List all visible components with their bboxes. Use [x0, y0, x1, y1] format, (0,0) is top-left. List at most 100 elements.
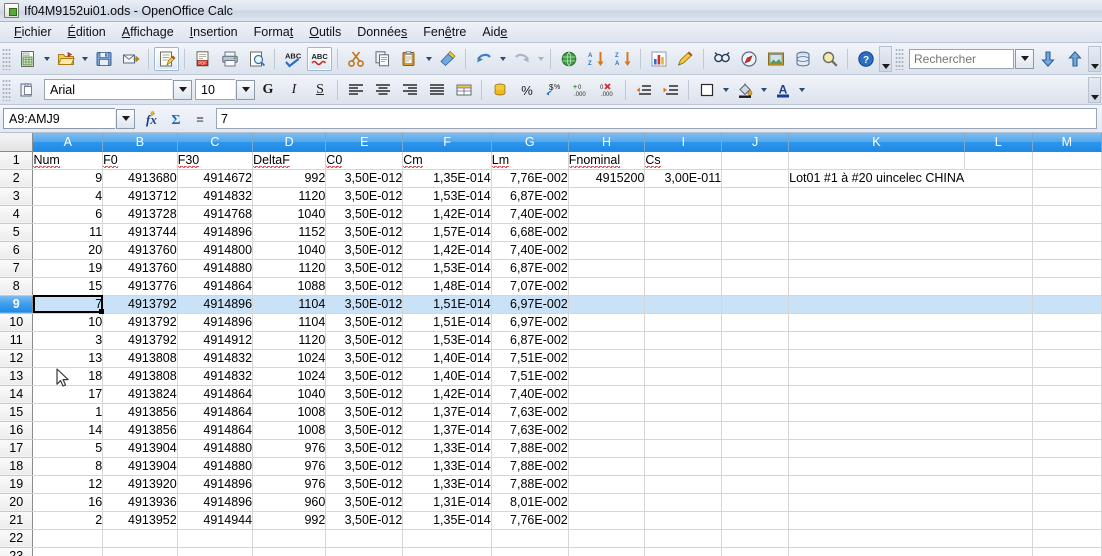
- table-row[interactable]: 212491395249149449923,50E-0121,35E-0147,…: [0, 511, 1102, 529]
- cell-m-row12[interactable]: [1032, 349, 1101, 367]
- cell-f30-row7[interactable]: 4914880: [177, 259, 252, 277]
- cut-icon[interactable]: [343, 47, 368, 71]
- print-icon[interactable]: [217, 47, 242, 71]
- cell-cm-row20[interactable]: 1,31E-014: [403, 493, 491, 511]
- cell-j-row7[interactable]: [722, 259, 789, 277]
- cell-cm-row4[interactable]: 1,42E-014: [403, 205, 491, 223]
- cell-f30-row21[interactable]: 4914944: [177, 511, 252, 529]
- cell-cs-row17[interactable]: [645, 439, 722, 457]
- row-header-8[interactable]: 8: [0, 277, 33, 295]
- cell-l-row9[interactable]: [964, 295, 1032, 313]
- cell-deltaf-row2[interactable]: 992: [253, 169, 326, 187]
- open-document-icon[interactable]: [53, 47, 78, 71]
- row-header-21[interactable]: 21: [0, 511, 33, 529]
- cell-l-row13[interactable]: [964, 367, 1032, 385]
- cell-num-row3[interactable]: 4: [33, 187, 103, 205]
- cell-cs-row15[interactable]: [645, 403, 722, 421]
- column-header-c[interactable]: C: [177, 133, 252, 151]
- cell-l-row4[interactable]: [964, 205, 1032, 223]
- cell-c0-row4[interactable]: 3,50E-012: [326, 205, 403, 223]
- cell-cs-row19[interactable]: [645, 475, 722, 493]
- data-sources-icon[interactable]: [790, 47, 815, 71]
- row-header-12[interactable]: 12: [0, 349, 33, 367]
- cell-deltaf-row10[interactable]: 1104: [253, 313, 326, 331]
- cell-deltaf-row18[interactable]: 976: [253, 457, 326, 475]
- cell-lm-row14[interactable]: 7,40E-002: [491, 385, 568, 403]
- cell-note-row17[interactable]: [789, 439, 965, 457]
- cell-l-row23[interactable]: [964, 547, 1032, 556]
- cell-fnominal-row13[interactable]: [568, 367, 645, 385]
- cell-fnominal-row22[interactable]: [568, 529, 645, 547]
- cell-m-row7[interactable]: [1032, 259, 1101, 277]
- cell-f30-row13[interactable]: 4914832: [177, 367, 252, 385]
- cell-c0-row5[interactable]: 3,50E-012: [326, 223, 403, 241]
- cell-f0-row22[interactable]: [103, 529, 178, 547]
- cell-note-row14[interactable]: [789, 385, 965, 403]
- column-header-e[interactable]: E: [326, 133, 403, 151]
- table-row[interactable]: 6204913760491480010403,50E-0121,42E-0147…: [0, 241, 1102, 259]
- formula-input-line[interactable]: [216, 108, 1097, 129]
- cell-cs-row6[interactable]: [645, 241, 722, 259]
- cell-c0-row10[interactable]: 3,50E-012: [326, 313, 403, 331]
- cell-c0-row17[interactable]: 3,50E-012: [326, 439, 403, 457]
- table-row[interactable]: 7194913760491488011203,50E-0121,53E-0146…: [0, 259, 1102, 277]
- cell-f30-row18[interactable]: 4914880: [177, 457, 252, 475]
- cell-j-row2[interactable]: [722, 169, 789, 187]
- cell-num-row20[interactable]: 16: [33, 493, 103, 511]
- cell-num-row10[interactable]: 10: [33, 313, 103, 331]
- cell-fnominal-row12[interactable]: [568, 349, 645, 367]
- cell-f0-row13[interactable]: 4913808: [103, 367, 178, 385]
- table-row[interactable]: 13184913808491483210243,50E-0121,40E-014…: [0, 367, 1102, 385]
- cell-note-row23[interactable]: [789, 547, 965, 556]
- cell-deltaf-row12[interactable]: 1024: [253, 349, 326, 367]
- cell-note-row8[interactable]: [789, 277, 965, 295]
- cell-j-row12[interactable]: [722, 349, 789, 367]
- cell-deltaf-row23[interactable]: [253, 547, 326, 556]
- cell-f0-row15[interactable]: 4913856: [103, 403, 178, 421]
- cell-lm-row3[interactable]: 6,87E-002: [491, 187, 568, 205]
- cell-j-row4[interactable]: [722, 205, 789, 223]
- add-decimal-icon[interactable]: +0.000: [568, 78, 593, 102]
- cell-cm-row2[interactable]: 1,35E-014: [403, 169, 491, 187]
- cell-cs-row23[interactable]: [645, 547, 722, 556]
- row-header-2[interactable]: 2: [0, 169, 33, 187]
- draw-functions-icon[interactable]: [673, 47, 698, 71]
- cell-f30-row16[interactable]: 4914864: [177, 421, 252, 439]
- row-header-18[interactable]: 18: [0, 457, 33, 475]
- cell-fnominal-row17[interactable]: [568, 439, 645, 457]
- cell-lm-row5[interactable]: 6,68E-002: [491, 223, 568, 241]
- cell-note-row10[interactable]: [789, 313, 965, 331]
- cell-f0-row18[interactable]: 4913904: [103, 457, 178, 475]
- borders-icon[interactable]: [694, 78, 719, 102]
- cell-f0-row6[interactable]: 4913760: [103, 241, 178, 259]
- cell-f0-row3[interactable]: 4913712: [103, 187, 178, 205]
- cell-j-row22[interactable]: [722, 529, 789, 547]
- column-header-h[interactable]: H: [568, 133, 645, 151]
- cell-c0-row11[interactable]: 3,50E-012: [326, 331, 403, 349]
- row-header-4[interactable]: 4: [0, 205, 33, 223]
- edit-file-icon[interactable]: [154, 47, 179, 71]
- cell-fnominal-row4[interactable]: [568, 205, 645, 223]
- cell-l-row18[interactable]: [964, 457, 1032, 475]
- column-header-j[interactable]: J: [722, 133, 789, 151]
- cell-cs-row5[interactable]: [645, 223, 722, 241]
- cell-header-lm[interactable]: Lm: [491, 151, 568, 169]
- cell-f30-row23[interactable]: [177, 547, 252, 556]
- font-size-combo[interactable]: [195, 79, 255, 100]
- cell-cs-row18[interactable]: [645, 457, 722, 475]
- menu-donnees[interactable]: Données: [349, 23, 415, 41]
- column-header-b[interactable]: B: [103, 133, 178, 151]
- table-row[interactable]: 1514913856491486410083,50E-0121,37E-0147…: [0, 403, 1102, 421]
- cell-f30-row4[interactable]: 4914768: [177, 205, 252, 223]
- cell-cm-row19[interactable]: 1,33E-014: [403, 475, 491, 493]
- row-header-17[interactable]: 17: [0, 439, 33, 457]
- cell-lm-row18[interactable]: 7,88E-002: [491, 457, 568, 475]
- cell-cs-row20[interactable]: [645, 493, 722, 511]
- cell-note-row5[interactable]: [789, 223, 965, 241]
- row-header-15[interactable]: 15: [0, 403, 33, 421]
- cell-j-row6[interactable]: [722, 241, 789, 259]
- cell-lm-row6[interactable]: 7,40E-002: [491, 241, 568, 259]
- cell-deltaf-row7[interactable]: 1120: [253, 259, 326, 277]
- table-row[interactable]: 175491390449148809763,50E-0121,33E-0147,…: [0, 439, 1102, 457]
- cell-m-row21[interactable]: [1032, 511, 1101, 529]
